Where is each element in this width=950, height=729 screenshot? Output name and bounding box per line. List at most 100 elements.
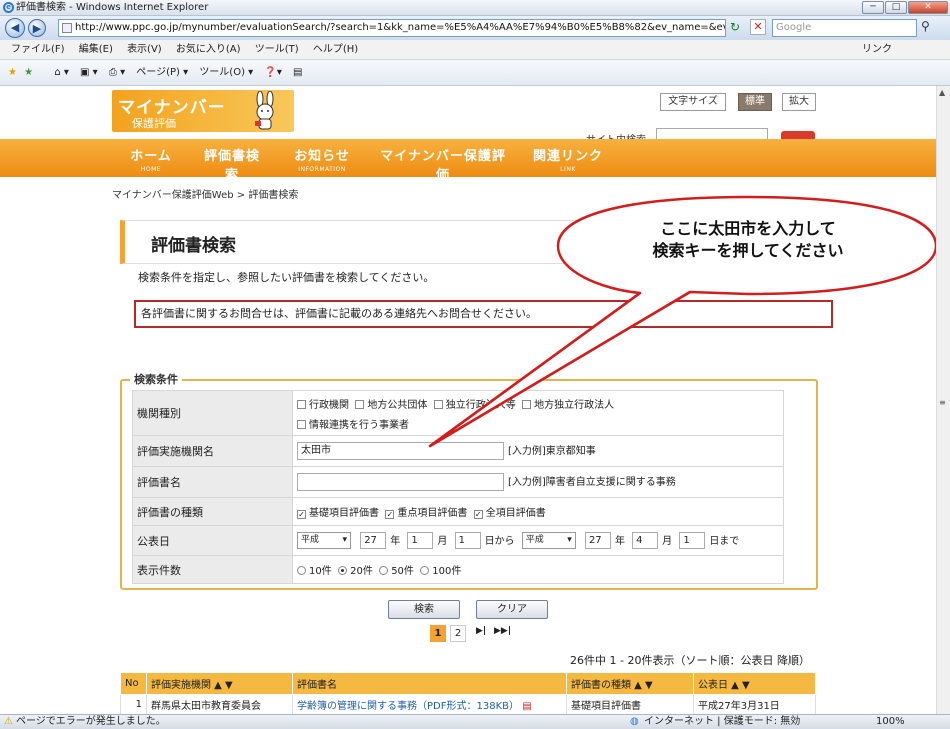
menu-tools[interactable]: ツール(T) xyxy=(255,40,299,60)
to-day-input[interactable]: 1 xyxy=(679,532,706,550)
links-menu[interactable]: リンク xyxy=(862,40,892,60)
last-page-icon[interactable]: ▶▶| xyxy=(494,626,511,636)
option-label: 全項目評価書 xyxy=(485,508,546,519)
col-date[interactable]: 公表日 ▲ ▼ xyxy=(693,672,816,695)
scroll-thumb-grip-icon[interactable]: ≡ xyxy=(939,398,946,407)
checkbox-basic-eval[interactable]: 基礎項目評価書 xyxy=(297,508,379,519)
option-label: 地方独立行政法人 xyxy=(534,399,615,411)
feed-icon[interactable]: ▣ ▾ xyxy=(80,60,98,86)
menu-edit[interactable]: 編集(E) xyxy=(79,40,113,60)
nav-information[interactable]: お知らせ INFORMATION xyxy=(292,145,352,173)
magnifier-icon[interactable]: ⚲ xyxy=(921,19,930,33)
org-type-label: 機関種別 xyxy=(132,390,293,436)
nav-label: お知らせ xyxy=(294,149,350,164)
org-name-example: [入力例]東京都知事 xyxy=(508,446,596,457)
next-page-icon[interactable]: ▶| xyxy=(476,626,486,636)
page-title: 評価書検索 xyxy=(151,236,236,256)
nav-home[interactable]: ホーム HOME xyxy=(130,145,172,173)
checkbox-local-gov[interactable]: 地方公共団体 xyxy=(355,399,428,411)
col-org[interactable]: 評価実施機関 ▲ ▼ xyxy=(146,672,293,695)
page-menu-button[interactable]: ページ(P) ▾ xyxy=(136,60,188,86)
stop-icon[interactable]: ✕ xyxy=(750,19,766,35)
page-2-link[interactable]: 2 xyxy=(450,625,466,642)
row-org-name: 評価実施機関名 太田市 [入力例]東京都知事 xyxy=(132,435,784,467)
option-label: 地方公共団体 xyxy=(367,399,428,411)
font-size-large-button[interactable]: 拡大 xyxy=(782,93,816,111)
checkbox-full-eval[interactable]: 全項目評価書 xyxy=(473,508,546,519)
row-no: 1 xyxy=(120,694,147,714)
favorites-star-icon[interactable]: ★ xyxy=(8,60,17,86)
minimize-button[interactable]: ─ xyxy=(862,1,884,14)
site-logo[interactable]: マイナンバー 保護評価 xyxy=(112,90,294,132)
maximize-button[interactable]: □ xyxy=(885,1,907,14)
checkbox-local-independent-agency[interactable]: 地方独立行政法人 xyxy=(522,399,615,411)
command-toolbar: ★ ★ ⌂ ▾ ▣ ▾ ⎙ ▾ ページ(P) ▾ ツール(O) ▾ ❓▾ ▤ xyxy=(0,60,950,86)
org-name-input[interactable]: 太田市 xyxy=(297,442,504,460)
radio-50[interactable]: 50件 xyxy=(379,566,414,577)
menu-file[interactable]: ファイル(F) xyxy=(11,40,65,60)
nav-link[interactable]: 関連リンク LINK xyxy=(533,145,603,173)
checkbox-gov-agency[interactable]: 行政機関 xyxy=(297,399,349,411)
zoom-level[interactable]: 100% xyxy=(876,715,905,729)
nav-search[interactable]: 評価書検索 SEARCH xyxy=(198,145,266,192)
to-month-input[interactable]: 4 xyxy=(632,532,659,550)
close-window-button[interactable]: ✕ xyxy=(908,1,948,14)
help-icon[interactable]: ❓▾ xyxy=(264,60,281,86)
forward-button[interactable]: ▶ xyxy=(28,19,46,37)
from-day-input[interactable]: 1 xyxy=(454,532,481,550)
org-name-label: 評価実施機関名 xyxy=(132,435,293,467)
menu-view[interactable]: 表示(V) xyxy=(127,40,162,60)
refresh-icon[interactable]: ↻ xyxy=(730,20,740,34)
nav-sub: HOME xyxy=(140,166,162,173)
font-size-standard-button[interactable]: 標準 xyxy=(738,93,772,111)
radio-20[interactable]: 20件 xyxy=(338,566,373,577)
menu-favorites[interactable]: お気に入り(A) xyxy=(176,40,241,60)
to-year-input[interactable]: 27 xyxy=(584,532,611,550)
nav-pia[interactable]: マイナンバー保護評価 PIA xyxy=(378,145,508,192)
pdf-icon[interactable]: ▤ xyxy=(522,701,531,712)
research-icon[interactable]: ▤ xyxy=(293,60,302,86)
radio-10[interactable]: 10件 xyxy=(297,566,332,577)
doc-type-label: 評価書の種類 xyxy=(132,497,293,526)
vertical-scrollbar[interactable]: ▲ ≡ xyxy=(936,86,950,714)
doc-name-cell: [入力例]障害者自立支援に関する事務 xyxy=(292,466,784,498)
from-year-input[interactable]: 27 xyxy=(360,532,387,550)
search-button[interactable]: 検索 xyxy=(388,600,460,619)
add-favorites-icon[interactable]: ★ xyxy=(24,60,33,86)
from-month-input[interactable]: 1 xyxy=(407,532,434,550)
zone-text: インターネット | 保護モード: 無効 xyxy=(644,716,801,727)
nav-label: 関連リンク xyxy=(533,149,604,164)
back-button[interactable]: ◀ xyxy=(5,18,25,38)
checkbox-info-linkage-operator[interactable]: 情報連携を行う事業者 xyxy=(297,419,409,431)
radio-100[interactable]: 100件 xyxy=(420,566,461,577)
url-input[interactable]: http://www.ppc.go.jp/mynumber/evaluation… xyxy=(58,19,726,37)
scroll-up-icon[interactable]: ▲ xyxy=(939,88,945,97)
font-size-label: 文字サイズ xyxy=(660,93,726,111)
address-bar-area: ◀ ▶ http://www.ppc.go.jp/mynumber/evalua… xyxy=(0,16,950,40)
clear-button[interactable]: クリア xyxy=(476,600,548,619)
unit-to: 日まで xyxy=(709,535,740,547)
breadcrumb[interactable]: マイナンバー保護評価Web > 評価書検索 xyxy=(112,186,298,201)
checkbox-priority-eval[interactable]: 重点項目評価書 xyxy=(385,508,467,519)
option-label: 基礎項目評価書 xyxy=(309,508,379,519)
doc-name-label: 評価書名 xyxy=(132,466,293,498)
menu-help[interactable]: ヘルプ(H) xyxy=(313,40,358,60)
status-text[interactable]: ページでエラーが発生しました。 xyxy=(16,715,166,729)
home-icon[interactable]: ⌂ ▾ xyxy=(54,60,69,86)
pub-date-cell: 平成 27年 1月 1日から 平成 27年 4月 1日まで xyxy=(292,525,784,556)
tools-menu-button[interactable]: ツール(O) ▾ xyxy=(199,60,253,86)
print-icon[interactable]: ⎙ ▾ xyxy=(109,60,125,86)
org-name-cell: 太田市 [入力例]東京都知事 xyxy=(292,435,784,467)
doc-name-input[interactable] xyxy=(297,473,504,491)
col-type[interactable]: 評価書の種類 ▲ ▼ xyxy=(566,672,694,695)
results-header: No 評価実施機関 ▲ ▼ 評価書名 評価書の種類 ▲ ▼ 公表日 ▲ ▼ xyxy=(120,672,816,695)
ie-logo-icon: e xyxy=(3,2,14,13)
checkbox-independent-agency[interactable]: 独立行政法人等 xyxy=(433,399,516,411)
option-label: 行政機関 xyxy=(309,399,349,411)
org-type-options: 行政機関 地方公共団体 独立行政法人等 地方独立行政法人 情報連携を行う事業者 xyxy=(292,390,784,436)
pdf-link[interactable]: 学齢簿の管理に関する事務（PDF形式：138KB） xyxy=(297,701,519,712)
browser-search-input[interactable]: Google xyxy=(772,19,917,37)
to-era-select[interactable]: 平成 xyxy=(521,532,576,550)
from-era-select[interactable]: 平成 xyxy=(297,532,351,550)
option-label: 50件 xyxy=(391,566,414,577)
